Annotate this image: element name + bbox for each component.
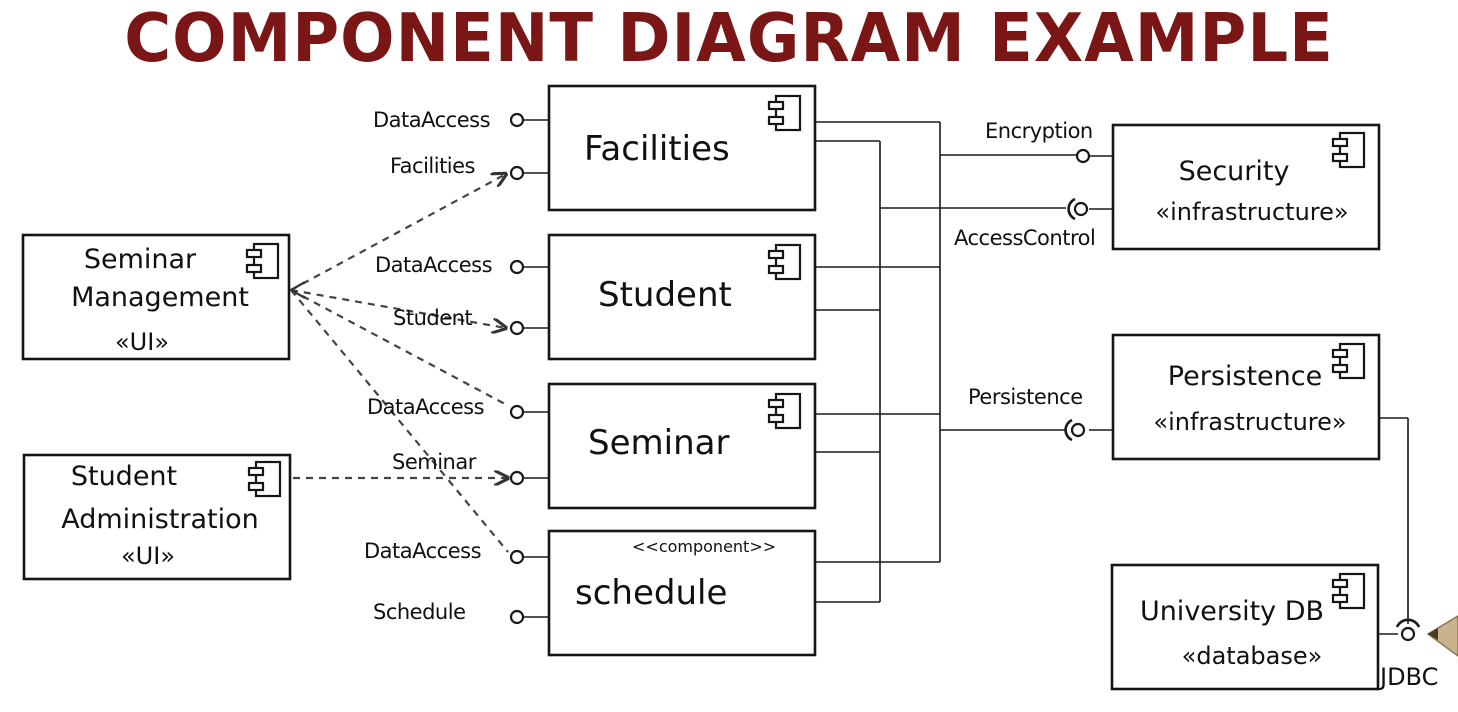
dependencies <box>288 174 508 553</box>
component-name: schedule <box>575 573 727 613</box>
interface-label: Encryption <box>985 119 1093 143</box>
component-name: Security <box>1179 156 1290 187</box>
component-schedule[interactable]: <<component>> schedule <box>547 529 817 657</box>
component-name: Persistence <box>1168 361 1322 392</box>
interface-label: Facilities <box>390 154 475 178</box>
component-seminar-management[interactable]: Seminar Management «UI» <box>21 233 291 361</box>
interface-label: DataAccess <box>364 539 481 563</box>
interface-label: AccessControl <box>954 226 1095 250</box>
interface-label: Seminar <box>392 450 477 474</box>
component-stereotype: <<component>> <box>632 537 776 556</box>
interface-label: JDBC <box>1378 663 1438 691</box>
component-seminar[interactable]: Seminar <box>547 382 817 510</box>
interface-label: DataAccess <box>367 395 484 419</box>
component-stereotype: «UI» <box>115 328 169 356</box>
interface-label: Persistence <box>968 385 1083 409</box>
component-name-line1: Seminar <box>84 244 197 275</box>
component-name: Student <box>598 275 732 315</box>
component-stereotype: «infrastructure» <box>1155 198 1348 226</box>
component-security[interactable]: Security «infrastructure» <box>1111 123 1381 251</box>
pen-icon <box>1426 615 1458 657</box>
interface-label: Schedule <box>373 600 466 624</box>
component-stereotype: «UI» <box>121 542 175 570</box>
component-name-line2: Management <box>71 282 249 313</box>
component-name: University DB <box>1140 596 1324 627</box>
component-stereotype: «infrastructure» <box>1153 408 1346 436</box>
component-university-db[interactable]: University DB «database» <box>1110 563 1380 691</box>
component-name: Facilities <box>584 129 730 169</box>
component-facilities[interactable]: Facilities <box>547 84 817 212</box>
component-name-line1: Student <box>71 461 177 492</box>
component-name: Seminar <box>588 423 729 463</box>
component-student[interactable]: Student <box>547 233 817 361</box>
interface-label: DataAccess <box>375 253 492 277</box>
component-name-line2: Administration <box>61 504 259 535</box>
interface-label: DataAccess <box>373 108 490 132</box>
interface-label: Student <box>393 306 472 330</box>
component-student-administration[interactable]: Student Administration «UI» <box>22 453 292 581</box>
component-stereotype: «database» <box>1182 642 1323 670</box>
component-persistence[interactable]: Persistence «infrastructure» <box>1111 333 1381 461</box>
component-diagram: Facilities Student Seminar <<component>>… <box>21 84 1458 691</box>
